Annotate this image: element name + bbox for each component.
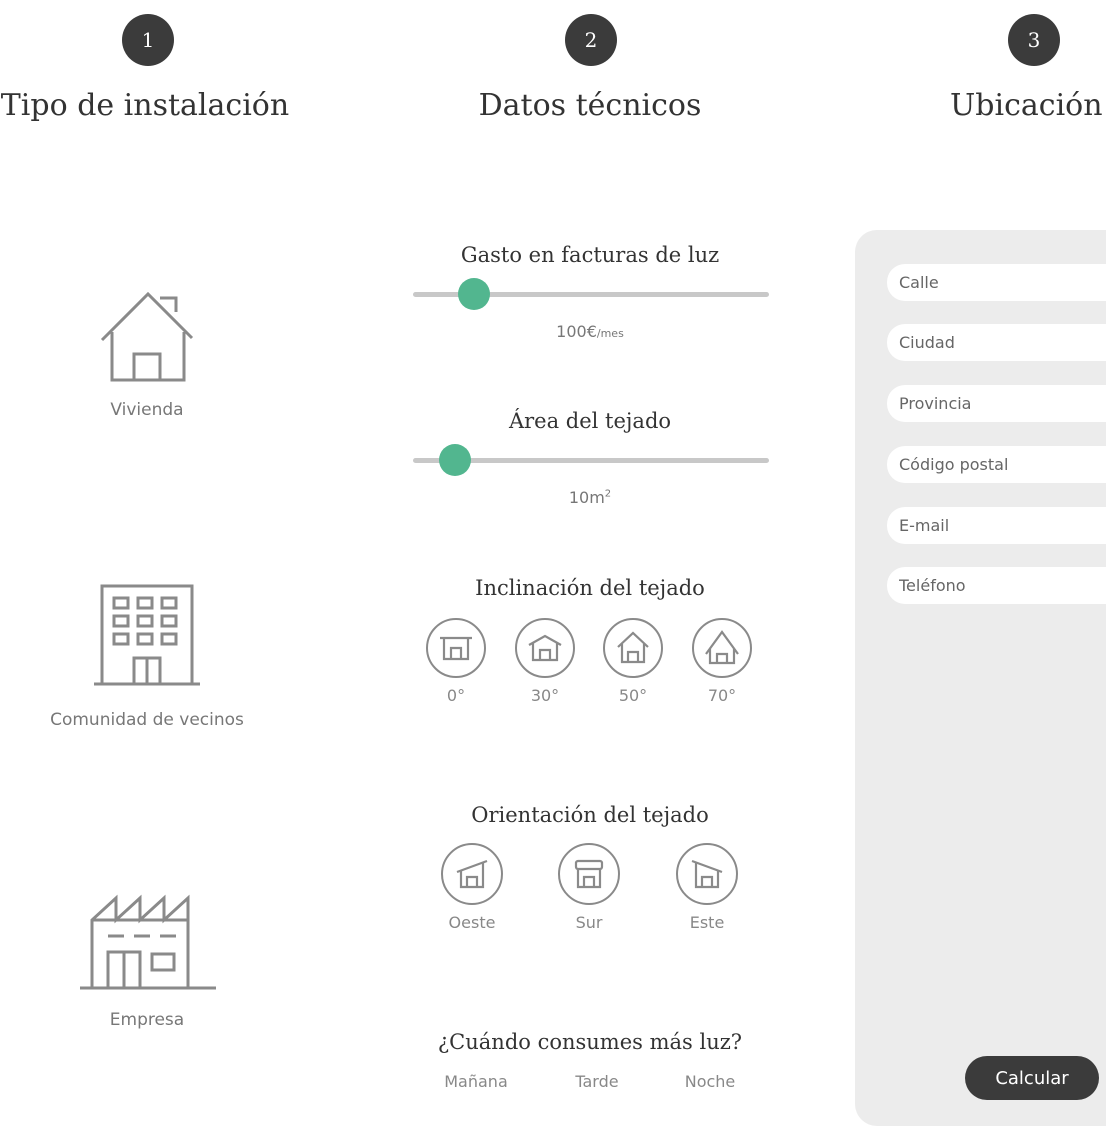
flat-roof-icon bbox=[440, 636, 472, 661]
consumption-option-tarde[interactable]: Tarde bbox=[547, 1072, 647, 1091]
roof-30-icon bbox=[528, 634, 562, 662]
bill-slider-thumb[interactable] bbox=[458, 278, 490, 310]
roof-70-icon bbox=[705, 630, 739, 665]
installation-option-empresa[interactable]: Empresa bbox=[40, 890, 254, 1040]
bill-slider-title: Gasto en facturas de luz bbox=[460, 243, 720, 267]
installation-label-comunidad: Comunidad de vecinos bbox=[50, 710, 244, 730]
installation-label-vivienda: Vivienda bbox=[110, 400, 184, 420]
city-field[interactable] bbox=[887, 324, 1106, 361]
inclination-option-50[interactable] bbox=[603, 618, 663, 678]
roof-area-slider-value: 10m2 bbox=[568, 488, 612, 507]
orientation-title: Orientación del tejado bbox=[471, 803, 709, 827]
inclination-label-0: 0° bbox=[446, 686, 466, 705]
installation-label-empresa: Empresa bbox=[109, 1010, 185, 1030]
house-icon bbox=[100, 291, 194, 382]
street-field[interactable] bbox=[887, 264, 1106, 301]
email-field[interactable] bbox=[887, 507, 1106, 544]
step-2-badge: 2 bbox=[565, 14, 617, 66]
step-3-badge: 3 bbox=[1008, 14, 1060, 66]
orientation-option-sur[interactable] bbox=[558, 843, 620, 905]
consumption-option-manana[interactable]: Mañana bbox=[426, 1072, 526, 1091]
step-1-badge: 1 bbox=[122, 14, 174, 66]
roof-area-slider[interactable] bbox=[413, 444, 769, 476]
roof-south-icon bbox=[574, 859, 604, 889]
inclination-label-70: 70° bbox=[707, 686, 737, 705]
phone-field[interactable] bbox=[887, 567, 1106, 604]
inclination-option-0[interactable] bbox=[426, 618, 486, 678]
orientation-option-oeste[interactable] bbox=[441, 843, 503, 905]
orientation-label-oeste: Oeste bbox=[448, 913, 496, 932]
step-2-title: Datos técnicos bbox=[478, 88, 702, 123]
calculate-button[interactable]: Calcular bbox=[965, 1056, 1099, 1100]
factory-icon bbox=[80, 894, 216, 990]
inclination-title: Inclinación del tejado bbox=[475, 576, 705, 600]
roof-area-slider-title: Área del tejado bbox=[508, 409, 672, 433]
inclination-option-70[interactable] bbox=[692, 618, 752, 678]
installation-option-vivienda[interactable]: Vivienda bbox=[40, 280, 254, 430]
step-3-title: Ubicación bbox=[950, 88, 1103, 123]
step-1-title: Tipo de instalación bbox=[0, 88, 290, 123]
roof-50-icon bbox=[617, 631, 649, 664]
roof-area-slider-thumb[interactable] bbox=[439, 444, 471, 476]
province-field[interactable] bbox=[887, 385, 1106, 422]
apartment-building-icon bbox=[94, 584, 200, 686]
inclination-label-30: 30° bbox=[530, 686, 560, 705]
inclination-option-30[interactable] bbox=[515, 618, 575, 678]
orientation-label-este: Este bbox=[689, 913, 725, 932]
roof-west-icon bbox=[456, 859, 488, 889]
consumption-option-noche[interactable]: Noche bbox=[660, 1072, 760, 1091]
bill-slider-value: 100€/mes bbox=[556, 322, 624, 341]
consumption-title: ¿Cuándo consumes más luz? bbox=[437, 1030, 743, 1054]
orientation-option-este[interactable] bbox=[676, 843, 738, 905]
location-panel bbox=[855, 230, 1106, 1126]
installation-option-comunidad[interactable]: Comunidad de vecinos bbox=[40, 580, 254, 740]
inclination-label-50: 50° bbox=[618, 686, 648, 705]
orientation-label-sur: Sur bbox=[575, 913, 603, 932]
bill-slider[interactable] bbox=[413, 278, 769, 310]
postal-code-field[interactable] bbox=[887, 446, 1106, 483]
roof-east-icon bbox=[691, 859, 723, 889]
